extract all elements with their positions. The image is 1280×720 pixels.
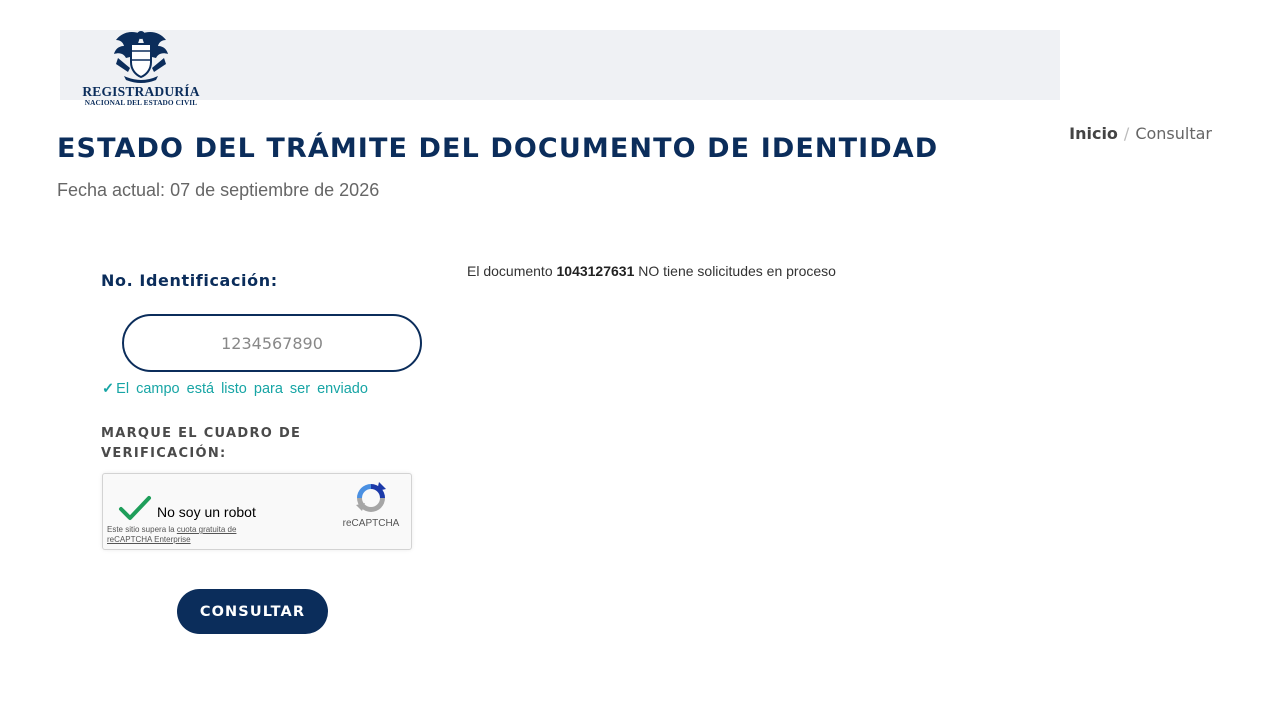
header-watermark [60,30,1060,100]
recaptcha-terms-prefix: Este sitio supera la [107,525,175,534]
id-field-label: No. Identificación: [101,271,278,290]
recaptcha-widget: No soy un robot reCAPTCHA Este sitio sup… [102,473,412,550]
coat-of-arms-icon [114,31,168,83]
result-message: El documento 1043127631 NO tiene solicit… [467,263,836,279]
validation-text: El campo está listo para ser enviado [116,381,368,397]
result-document-number: 1043127631 [556,263,635,279]
recaptcha-logo-icon [356,482,386,512]
page: REGISTRADURÍA NACIONAL DEL ESTADO CIVIL … [0,0,1280,720]
check-icon: ✓ [102,381,115,397]
recaptcha-checkbox-label[interactable]: No soy un robot [157,504,256,520]
page-title: ESTADO DEL TRÁMITE DEL DOCUMENTO DE IDEN… [57,133,939,164]
breadcrumb-current: Consultar [1135,124,1212,143]
recaptcha-checkbox-checked-icon[interactable] [117,494,153,524]
recaptcha-brand: reCAPTCHA [342,518,400,529]
current-date: Fecha actual: 07 de septiembre de 2026 [57,180,380,200]
id-number-input[interactable] [122,314,422,372]
result-suffix: NO tiene solicitudes en proceso [638,263,836,279]
recaptcha-terms: Este sitio supera la cuota gratuita de r… [107,525,277,545]
validation-message: ✓ El campo está listo para ser enviado [102,381,368,397]
breadcrumb: Inicio / Consultar [1069,124,1212,143]
breadcrumb-separator: / [1123,124,1130,143]
consultar-button[interactable]: CONSULTAR [177,589,328,634]
logo-subtitle: NACIONAL DEL ESTADO CIVIL [84,98,198,107]
result-prefix: El documento [467,263,553,279]
registraduria-logo[interactable]: REGISTRADURÍA NACIONAL DEL ESTADO CIVIL [76,28,206,108]
breadcrumb-home-link[interactable]: Inicio [1069,124,1118,143]
captcha-heading: MARQUE EL CUADRO DE VERIFICACIÓN: [101,426,302,461]
logo-title: REGISTRADURÍA [82,84,200,99]
